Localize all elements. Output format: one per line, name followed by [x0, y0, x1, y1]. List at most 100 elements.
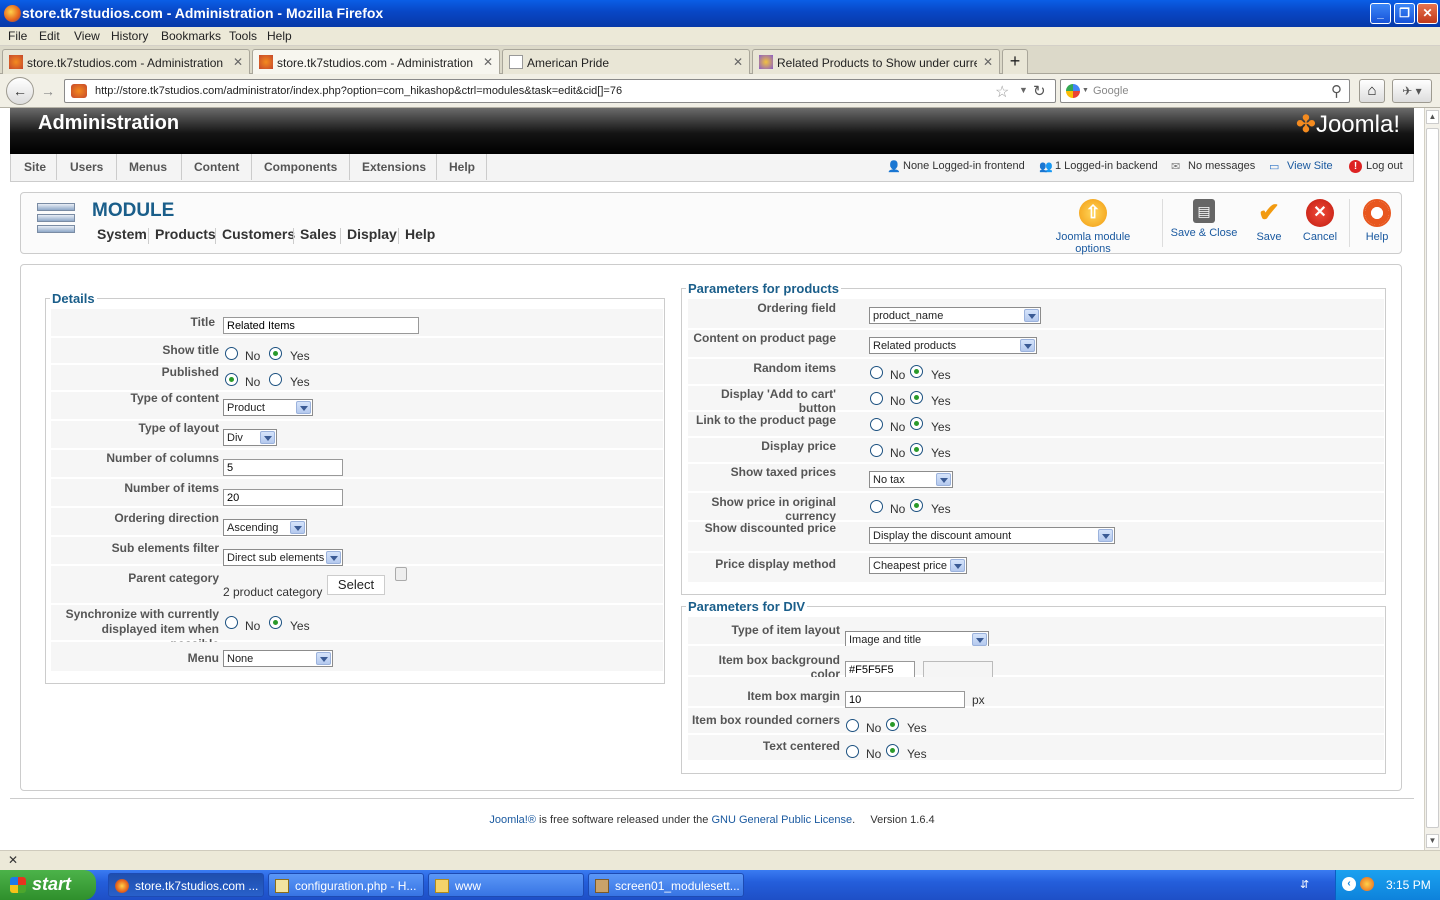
menu-site[interactable]: Site — [24, 160, 46, 174]
maximize-button[interactable]: ❐ — [1394, 3, 1415, 24]
trash-icon[interactable] — [395, 567, 407, 581]
color-swatch[interactable] — [923, 661, 993, 678]
show-title-no-radio[interactable] — [225, 347, 238, 360]
language-icon[interactable]: ⇵ — [1300, 878, 1309, 891]
tab-admin-2[interactable]: store.tk7studios.com - Administration ✕ — [252, 49, 500, 75]
save-button[interactable]: ✔ Save — [1247, 199, 1291, 243]
back-button[interactable]: ← — [6, 77, 34, 105]
columns-input[interactable] — [223, 459, 343, 476]
task-configuration[interactable]: configuration.php - H... — [268, 873, 424, 897]
menu-edit[interactable]: Edit — [39, 29, 60, 43]
rounded-yes-radio[interactable] — [886, 718, 899, 731]
engine-dropdown-icon[interactable]: ▼ — [1082, 87, 1089, 94]
menu-view[interactable]: View — [74, 29, 100, 43]
cart-no-radio[interactable] — [870, 392, 883, 405]
ordering-dir-select[interactable]: Ascending — [223, 519, 307, 536]
centered-yes-radio[interactable] — [886, 744, 899, 757]
submenu-products[interactable]: Products — [155, 226, 216, 242]
rounded-no-radio[interactable] — [846, 719, 859, 732]
scroll-thumb[interactable] — [1426, 128, 1439, 828]
menu-menus[interactable]: Menus — [129, 160, 167, 174]
menu-help[interactable]: Help — [267, 29, 292, 43]
gpl-link[interactable]: GNU General Public License — [711, 814, 852, 826]
task-www-folder[interactable]: www — [428, 873, 584, 897]
sync-no-radio[interactable] — [225, 616, 238, 629]
reload-icon[interactable]: ↻ — [1033, 82, 1046, 100]
orig-currency-yes-radio[interactable] — [910, 499, 923, 512]
tray-expand-icon[interactable]: ‹ — [1342, 877, 1356, 891]
published-no-radio[interactable] — [225, 373, 238, 386]
menu-extensions[interactable]: Extensions — [362, 160, 426, 174]
random-no-radio[interactable] — [870, 366, 883, 379]
bg-color-input[interactable] — [845, 661, 915, 678]
link-no-radio[interactable] — [870, 418, 883, 431]
menu-select[interactable]: None — [223, 650, 333, 667]
sync-yes-radio[interactable] — [269, 616, 282, 629]
tab-admin-1[interactable]: store.tk7studios.com - Administration ✕ — [2, 49, 250, 74]
taxed-select[interactable]: No tax — [869, 471, 953, 488]
menu-file[interactable]: File — [8, 29, 27, 43]
vertical-scrollbar[interactable]: ▲ ▼ — [1424, 108, 1440, 850]
tray-app-icon[interactable] — [1360, 877, 1374, 891]
bookmark-star-icon[interactable]: ☆ — [995, 82, 1009, 102]
close-tab-icon[interactable]: ✕ — [483, 55, 493, 69]
close-tab-icon[interactable]: ✕ — [233, 55, 243, 69]
link-yes-radio[interactable] — [910, 417, 923, 430]
ordering-field-select[interactable]: product_name — [869, 307, 1041, 324]
close-button[interactable]: ✕ — [1417, 3, 1438, 24]
layout-type-select[interactable]: Div — [223, 429, 277, 446]
price-method-select[interactable]: Cheapest price — [869, 557, 967, 574]
start-button[interactable]: start — [0, 870, 96, 900]
save-close-button[interactable]: ▤ Save & Close — [1169, 199, 1239, 239]
submenu-sales[interactable]: Sales — [300, 226, 337, 242]
logout-link[interactable]: Log out — [1366, 160, 1403, 172]
menu-help[interactable]: Help — [449, 160, 475, 174]
module-options-button[interactable]: ⇧ Joomla module options — [1037, 199, 1149, 255]
orig-currency-no-radio[interactable] — [870, 500, 883, 513]
minimize-button[interactable]: _ — [1370, 3, 1391, 24]
submenu-system[interactable]: System — [97, 226, 147, 242]
tab-american-pride[interactable]: American Pride ✕ — [502, 49, 750, 74]
joomla-link[interactable]: Joomla!® — [489, 814, 536, 826]
addon-icon[interactable]: ✈ ▾ — [1392, 79, 1432, 103]
items-input[interactable] — [223, 489, 343, 506]
forward-button[interactable]: → — [36, 80, 60, 104]
content-select[interactable]: Related products — [869, 337, 1037, 354]
margin-input[interactable] — [845, 691, 965, 708]
scroll-down-icon[interactable]: ▼ — [1426, 834, 1439, 848]
submenu-help[interactable]: Help — [405, 226, 435, 242]
url-dropdown-icon[interactable]: ▼ — [1019, 85, 1028, 95]
submenu-display[interactable]: Display — [347, 226, 397, 242]
close-findbar-icon[interactable]: ✕ — [8, 853, 18, 867]
close-tab-icon[interactable]: ✕ — [733, 55, 743, 69]
menu-bookmarks[interactable]: Bookmarks — [161, 29, 221, 43]
menu-users[interactable]: Users — [70, 160, 103, 174]
sub-filter-select[interactable]: Direct sub elements — [223, 549, 343, 566]
menu-tools[interactable]: Tools — [229, 29, 257, 43]
published-yes-radio[interactable] — [269, 373, 282, 386]
price-yes-radio[interactable] — [910, 443, 923, 456]
menu-history[interactable]: History — [111, 29, 148, 43]
menu-content[interactable]: Content — [194, 160, 239, 174]
content-type-select[interactable]: Product — [223, 399, 313, 416]
show-title-yes-radio[interactable] — [269, 347, 282, 360]
random-yes-radio[interactable] — [910, 365, 923, 378]
cart-yes-radio[interactable] — [910, 391, 923, 404]
help-button[interactable]: Help — [1356, 199, 1398, 243]
new-tab-button[interactable]: + — [1002, 49, 1028, 74]
home-icon[interactable]: ⌂ — [1359, 79, 1385, 103]
discount-select[interactable]: Display the discount amount — [869, 527, 1115, 544]
centered-no-radio[interactable] — [846, 745, 859, 758]
search-icon[interactable]: ⚲ — [1331, 82, 1342, 100]
view-site-link[interactable]: View Site — [1287, 160, 1333, 172]
search-input[interactable]: ▼ Google ⚲ — [1060, 79, 1350, 103]
submenu-customers[interactable]: Customers — [222, 226, 295, 242]
cancel-button[interactable]: ✕ Cancel — [1298, 199, 1342, 243]
title-input[interactable] — [223, 317, 419, 334]
task-screenshot[interactable]: screen01_modulesett... — [588, 873, 744, 897]
menu-components[interactable]: Components — [264, 160, 337, 174]
url-bar[interactable]: http://store.tk7studios.com/administrato… — [64, 79, 1056, 103]
close-tab-icon[interactable]: ✕ — [983, 55, 993, 69]
scroll-up-icon[interactable]: ▲ — [1426, 110, 1439, 124]
task-firefox[interactable]: store.tk7studios.com ... — [108, 873, 264, 897]
